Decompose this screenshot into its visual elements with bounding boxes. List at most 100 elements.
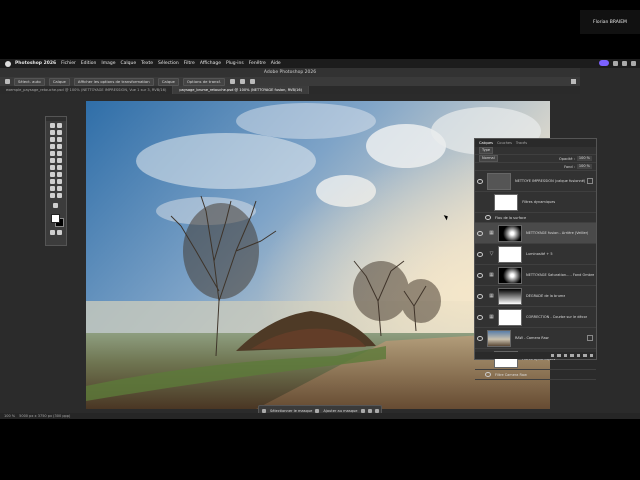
tab-paths[interactable]: Tracés	[516, 141, 527, 145]
panel-tabs: Calques Couches Tracés	[475, 139, 596, 147]
visibility-eye-icon[interactable]	[485, 215, 491, 220]
tab-document-1[interactable]: exemple_paysage_retouche.psd @ 100% (NET…	[0, 86, 174, 94]
pen-tool-icon[interactable]	[50, 179, 55, 184]
recording-indicator-icon[interactable]	[599, 60, 609, 66]
shape-tool-icon[interactable]	[57, 186, 62, 191]
apple-icon[interactable]	[5, 60, 11, 67]
select-mask-button[interactable]: Sélectionner le masque	[270, 409, 312, 413]
layer-row[interactable]: RAW - Camera Raw	[475, 328, 596, 349]
add-mask-icon[interactable]	[315, 408, 320, 413]
foreground-color-swatch[interactable]	[51, 214, 60, 223]
crop-tool-icon[interactable]	[57, 137, 62, 142]
gradient-tool-icon[interactable]	[57, 165, 62, 170]
menu-file[interactable]: Fichier	[61, 61, 76, 66]
zoom-tool-icon[interactable]	[57, 193, 62, 198]
menu-filter[interactable]: Filtre	[184, 61, 195, 66]
visibility-eye-icon[interactable]	[477, 293, 483, 299]
visibility-eye-icon[interactable]	[477, 335, 483, 341]
layer-row[interactable]: Filtre Camera Raw	[475, 370, 596, 380]
tab-channels[interactable]: Couches	[497, 141, 512, 145]
layer-mask-thumbnail	[498, 266, 522, 284]
visibility-eye-icon[interactable]	[477, 314, 483, 320]
type-tool-icon[interactable]	[57, 179, 62, 184]
layer-row[interactable]: ▦ DÉGRADÉ de la brume	[475, 286, 596, 307]
menu-help[interactable]: Aide	[271, 61, 281, 66]
visibility-eye-icon[interactable]	[477, 251, 483, 257]
eraser-tool-icon[interactable]	[50, 165, 55, 170]
blur-tool-icon[interactable]	[50, 172, 55, 177]
path-select-tool-icon[interactable]	[50, 186, 55, 191]
layer-row-selected[interactable]: ▦ NETTOYAGE fusion - Arrière (Veiller)	[475, 223, 596, 244]
marquee-tool-icon[interactable]	[50, 130, 55, 135]
layer-row[interactable]: ▦ NETTOYAGE Saturation... - Fond Ombre	[475, 265, 596, 286]
menu-image[interactable]: Image	[101, 61, 115, 66]
wifi-icon[interactable]	[622, 60, 627, 66]
eyedropper-tool-icon[interactable]	[57, 144, 62, 149]
layer-mode-dropdown[interactable]: Calque	[157, 77, 179, 86]
blend-mode-dropdown[interactable]: Normal	[479, 155, 498, 162]
control-center-icon[interactable]	[631, 60, 636, 66]
menu-edit[interactable]: Edition	[81, 61, 97, 66]
refine-icon[interactable]	[367, 408, 372, 413]
lasso-tool-icon[interactable]	[57, 130, 62, 135]
tab-layers[interactable]: Calques	[479, 141, 493, 145]
layer-select-dropdown[interactable]: Calque	[48, 77, 70, 86]
more-tools-icon[interactable]	[53, 203, 58, 208]
add-mask-icon[interactable]	[563, 353, 567, 358]
dodge-tool-icon[interactable]	[57, 172, 62, 177]
move-tool-icon[interactable]	[5, 79, 10, 84]
visibility-eye-icon[interactable]	[477, 272, 483, 278]
opacity-input[interactable]: 100 %	[576, 156, 592, 161]
tools-grip[interactable]	[46, 117, 66, 121]
align-icon[interactable]	[229, 79, 235, 84]
menu-plugins[interactable]: Plug-ins	[226, 61, 244, 66]
clone-stamp-tool-icon[interactable]	[50, 158, 55, 163]
visibility-eye-icon[interactable]	[485, 372, 491, 377]
tab-document-2[interactable]: paysage_brume_retouche.psd @ 100% (NETTO…	[173, 86, 310, 94]
new-layer-icon[interactable]	[583, 353, 587, 358]
screen-mode-icon[interactable]	[57, 230, 62, 235]
layer-row[interactable]: ▽ Luminosité + 5	[475, 244, 596, 265]
zoom-level[interactable]: 100 %	[4, 414, 15, 418]
quick-mask-icon[interactable]	[50, 230, 55, 235]
quick-select-tool-icon[interactable]	[50, 137, 55, 142]
auto-select-toggle[interactable]: Sélect. auto	[14, 77, 45, 86]
healing-brush-tool-icon[interactable]	[50, 151, 55, 156]
layer-name: CORRECTION - Courbe sur le décor	[526, 315, 588, 319]
bounding-options[interactable]: Options de transf.	[182, 77, 225, 86]
fill-input[interactable]: 100 %	[576, 164, 592, 169]
hand-tool-icon[interactable]	[50, 193, 55, 198]
distribute-icon[interactable]	[239, 79, 245, 84]
history-brush-tool-icon[interactable]	[57, 158, 62, 163]
status-icon[interactable]	[613, 60, 618, 66]
more-icon[interactable]	[374, 408, 379, 413]
invert-icon[interactable]	[360, 408, 365, 413]
visibility-eye-icon[interactable]	[477, 230, 483, 236]
mask-icon[interactable]	[262, 408, 266, 413]
menu-type[interactable]: Texte	[141, 61, 153, 66]
menu-select[interactable]: Sélection	[158, 61, 179, 66]
visibility-eye-icon[interactable]	[477, 178, 483, 184]
layer-kind-filter[interactable]: Type	[479, 147, 494, 154]
layer-row[interactable]: ▦ CORRECTION - Courbe sur le décor	[475, 307, 596, 328]
frame-tool-icon[interactable]	[50, 144, 55, 149]
show-transform-toggle[interactable]: Afficher les options de transformation	[73, 77, 154, 86]
brush-tool-icon[interactable]	[57, 151, 62, 156]
add-to-mask-button[interactable]: Ajouter au masque	[323, 409, 357, 413]
fx-icon[interactable]	[557, 353, 561, 358]
new-adjustment-icon[interactable]	[570, 353, 574, 358]
trash-icon[interactable]	[589, 353, 593, 358]
layer-row[interactable]: NETTOYE IMPRESSION (calque fusionné)	[475, 171, 596, 192]
move-tool-icon[interactable]	[50, 123, 55, 128]
share-icon[interactable]	[571, 79, 576, 84]
menu-app[interactable]: Photoshop 2026	[15, 61, 56, 66]
menu-window[interactable]: Fenêtre	[249, 61, 266, 66]
menu-layer[interactable]: Calque	[121, 61, 137, 66]
artboard-tool-icon[interactable]	[57, 123, 62, 128]
link-layers-icon[interactable]	[550, 353, 554, 358]
layer-row[interactable]: Flou de la surface	[475, 213, 596, 223]
new-group-icon[interactable]	[576, 353, 580, 358]
layer-row[interactable]: Filtres dynamiques	[475, 192, 596, 213]
more-options-icon[interactable]	[249, 79, 255, 84]
menu-view[interactable]: Affichage	[200, 61, 221, 66]
